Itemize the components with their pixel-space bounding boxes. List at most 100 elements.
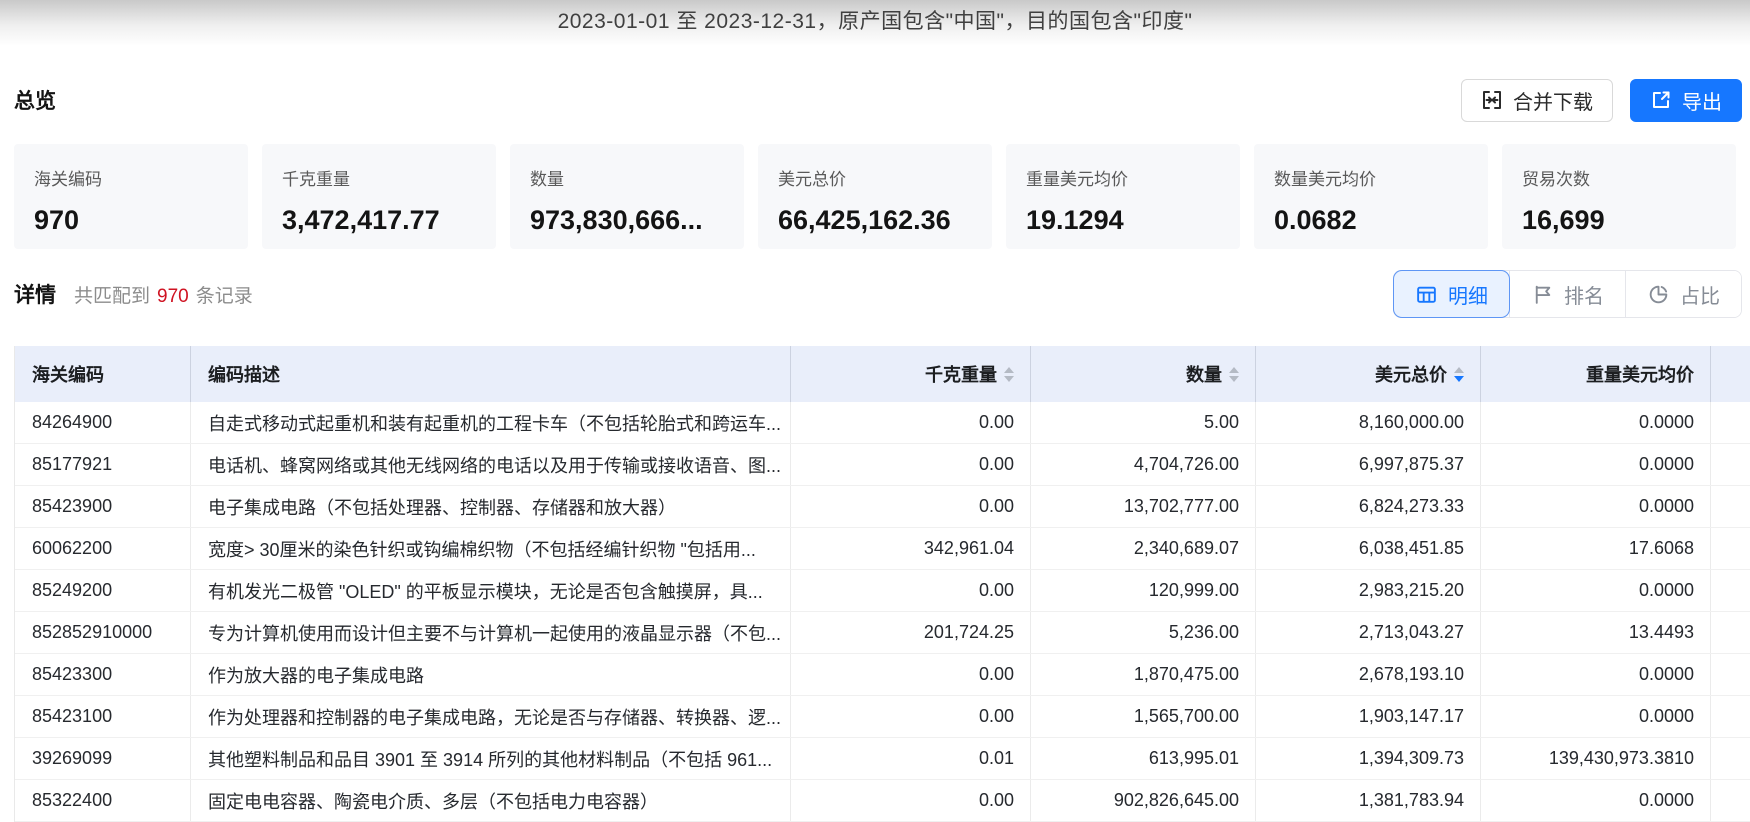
column-header-description: 编码描述 xyxy=(191,346,791,402)
export-label: 导出 xyxy=(1682,91,1722,114)
table-row[interactable]: 84264900 自走式移动式起重机和装有起重机的工程卡车（不包括轮胎式和跨运车… xyxy=(15,402,1750,444)
stat-label: 重量美元均价 xyxy=(1026,170,1128,189)
cell-unit-price: 0.0000 xyxy=(1481,444,1711,485)
overview-actions: 合并下载 导出 xyxy=(1461,78,1742,122)
sort-control[interactable] xyxy=(1004,366,1014,382)
tab-detail-label: 明细 xyxy=(1448,285,1488,308)
stat-label: 美元总价 xyxy=(778,170,846,189)
table-row[interactable]: 85322400 固定电电容器、陶瓷电介质、多层（不包括电力电容器） 0.00 … xyxy=(15,780,1750,822)
sort-desc-icon-active xyxy=(1454,375,1464,382)
sort-asc-icon xyxy=(1229,366,1239,373)
cell-description: 其他塑料制品和品目 3901 至 3914 所列的其他材料制品（不包括 961.… xyxy=(191,738,791,779)
column-label: 重量美元均价 xyxy=(1586,365,1694,385)
cell-usd-total: 1,903,147.17 xyxy=(1256,696,1481,737)
cell-partial xyxy=(1711,696,1750,737)
cell-hs-code: 852852910000 xyxy=(15,612,191,653)
sort-desc-icon xyxy=(1004,375,1014,382)
sort-control[interactable] xyxy=(1229,366,1239,382)
column-label: 美元总价 xyxy=(1375,365,1447,385)
stat-label: 数量 xyxy=(530,170,564,189)
stat-card-weight-avg-price: 重量美元均价 19.1294 xyxy=(1006,144,1240,249)
table-row[interactable]: 39269099 其他塑料制品和品目 3901 至 3914 所列的其他材料制品… xyxy=(15,738,1750,780)
tab-ranking-label: 排名 xyxy=(1564,285,1604,308)
stat-card-quantity: 数量 973,830,666... xyxy=(510,144,744,249)
match-summary: 共匹配到 970 条记录 xyxy=(74,281,253,308)
cell-description: 作为处理器和控制器的电子集成电路，无论是否与存储器、转换器、逻... xyxy=(191,696,791,737)
cell-quantity: 5,236.00 xyxy=(1031,612,1256,653)
cell-unit-price: 139,430,973.3810 xyxy=(1481,738,1711,779)
cell-description: 有机发光二极管 "OLED" 的平板显示模块，无论是否包含触摸屏，具... xyxy=(191,570,791,611)
details-table: 海关编码 编码描述 千克重量 数量 美元总价 重量美元均价 84264900 自… xyxy=(14,346,1750,822)
cell-quantity: 613,995.01 xyxy=(1031,738,1256,779)
cell-kg-weight: 0.00 xyxy=(791,444,1031,485)
stat-label: 贸易次数 xyxy=(1522,170,1590,189)
cell-hs-code: 85249200 xyxy=(15,570,191,611)
cell-unit-price: 0.0000 xyxy=(1481,654,1711,695)
cell-kg-weight: 342,961.04 xyxy=(791,528,1031,569)
cell-description: 电子集成电路（不包括处理器、控制器、存储器和放大器） xyxy=(191,486,791,527)
cell-usd-total: 2,678,193.10 xyxy=(1256,654,1481,695)
stat-value: 19.1294 xyxy=(1026,205,1124,235)
cell-partial xyxy=(1711,444,1750,485)
cell-kg-weight: 201,724.25 xyxy=(791,612,1031,653)
cell-kg-weight: 0.00 xyxy=(791,486,1031,527)
table-row[interactable]: 85423100 作为处理器和控制器的电子集成电路，无论是否与存储器、转换器、逻… xyxy=(15,696,1750,738)
merge-download-button[interactable]: 合并下载 xyxy=(1461,78,1613,122)
stat-label: 数量美元均价 xyxy=(1274,170,1376,189)
table-row[interactable]: 85177921 电话机、蜂窝网络或其他无线网络的电话以及用于传输或接收语音、图… xyxy=(15,444,1750,486)
sort-control[interactable] xyxy=(1454,366,1464,382)
overview-section-header: 总览 合并下载 导出 xyxy=(14,78,1742,122)
stat-card-trade-count: 贸易次数 16,699 xyxy=(1502,144,1736,249)
cell-partial xyxy=(1711,402,1750,443)
details-section-header: 详情 共匹配到 970 条记录 明细 排名 占比 xyxy=(14,270,1742,318)
table-row[interactable]: 85423900 电子集成电路（不包括处理器、控制器、存储器和放大器） 0.00… xyxy=(15,486,1750,528)
cell-usd-total: 8,160,000.00 xyxy=(1256,402,1481,443)
column-header-usd-total[interactable]: 美元总价 xyxy=(1256,346,1481,402)
column-header-quantity[interactable]: 数量 xyxy=(1031,346,1256,402)
tab-proportion-label: 占比 xyxy=(1680,285,1720,308)
cell-kg-weight: 0.00 xyxy=(791,696,1031,737)
stat-card-hs-code: 海关编码 970 xyxy=(14,144,248,249)
external-link-icon xyxy=(1650,89,1672,111)
stat-value: 0.0682 xyxy=(1274,205,1357,235)
cell-usd-total: 6,824,273.33 xyxy=(1256,486,1481,527)
table-row[interactable]: 852852910000 专为计算机使用而设计但主要不与计算机一起使用的液晶显示… xyxy=(15,612,1750,654)
column-header-hs-code: 海关编码 xyxy=(15,346,191,402)
details-title: 详情 xyxy=(14,284,56,307)
cell-usd-total: 2,983,215.20 xyxy=(1256,570,1481,611)
tab-proportion[interactable]: 占比 xyxy=(1625,271,1741,317)
match-suffix: 条记录 xyxy=(195,285,253,307)
cell-unit-price: 0.0000 xyxy=(1481,402,1711,443)
cell-hs-code: 60062200 xyxy=(15,528,191,569)
cell-usd-total: 6,038,451.85 xyxy=(1256,528,1481,569)
stat-card-usd-total: 美元总价 66,425,162.36 xyxy=(758,144,992,249)
overview-cards: 海关编码 970 千克重量 3,472,417.77 数量 973,830,66… xyxy=(14,144,1736,249)
cell-description: 电话机、蜂窝网络或其他无线网络的电话以及用于传输或接收语音、图... xyxy=(191,444,791,485)
stat-card-qty-avg-price: 数量美元均价 0.0682 xyxy=(1254,144,1488,249)
sort-asc-icon xyxy=(1454,366,1464,373)
cell-partial xyxy=(1711,738,1750,779)
cell-hs-code: 85177921 xyxy=(15,444,191,485)
table-row[interactable]: 85423300 作为放大器的电子集成电路 0.00 1,870,475.00 … xyxy=(15,654,1750,696)
ranking-icon xyxy=(1531,283,1554,306)
merge-download-icon xyxy=(1481,89,1503,111)
cell-kg-weight: 0.00 xyxy=(791,570,1031,611)
column-label: 海关编码 xyxy=(32,365,104,385)
tab-detail[interactable]: 明细 xyxy=(1394,271,1509,317)
sort-asc-icon xyxy=(1004,366,1014,373)
match-count: 970 xyxy=(157,285,189,307)
cell-description: 作为放大器的电子集成电路 xyxy=(191,654,791,695)
pie-chart-icon xyxy=(1647,283,1670,306)
tab-ranking[interactable]: 排名 xyxy=(1509,271,1625,317)
stat-label: 海关编码 xyxy=(34,170,102,189)
merge-download-label: 合并下载 xyxy=(1513,91,1593,114)
stat-value: 3,472,417.77 xyxy=(282,205,440,235)
cell-hs-code: 85423100 xyxy=(15,696,191,737)
table-row[interactable]: 60062200 宽度> 30厘米的染色针织或钩编棉织物（不包括经编针织物 "包… xyxy=(15,528,1750,570)
export-button[interactable]: 导出 xyxy=(1630,78,1742,122)
cell-quantity: 5.00 xyxy=(1031,402,1256,443)
table-row[interactable]: 85249200 有机发光二极管 "OLED" 的平板显示模块，无论是否包含触摸… xyxy=(15,570,1750,612)
overview-title: 总览 xyxy=(14,90,56,113)
column-header-kg-weight[interactable]: 千克重量 xyxy=(791,346,1031,402)
stat-label: 千克重量 xyxy=(282,170,350,189)
